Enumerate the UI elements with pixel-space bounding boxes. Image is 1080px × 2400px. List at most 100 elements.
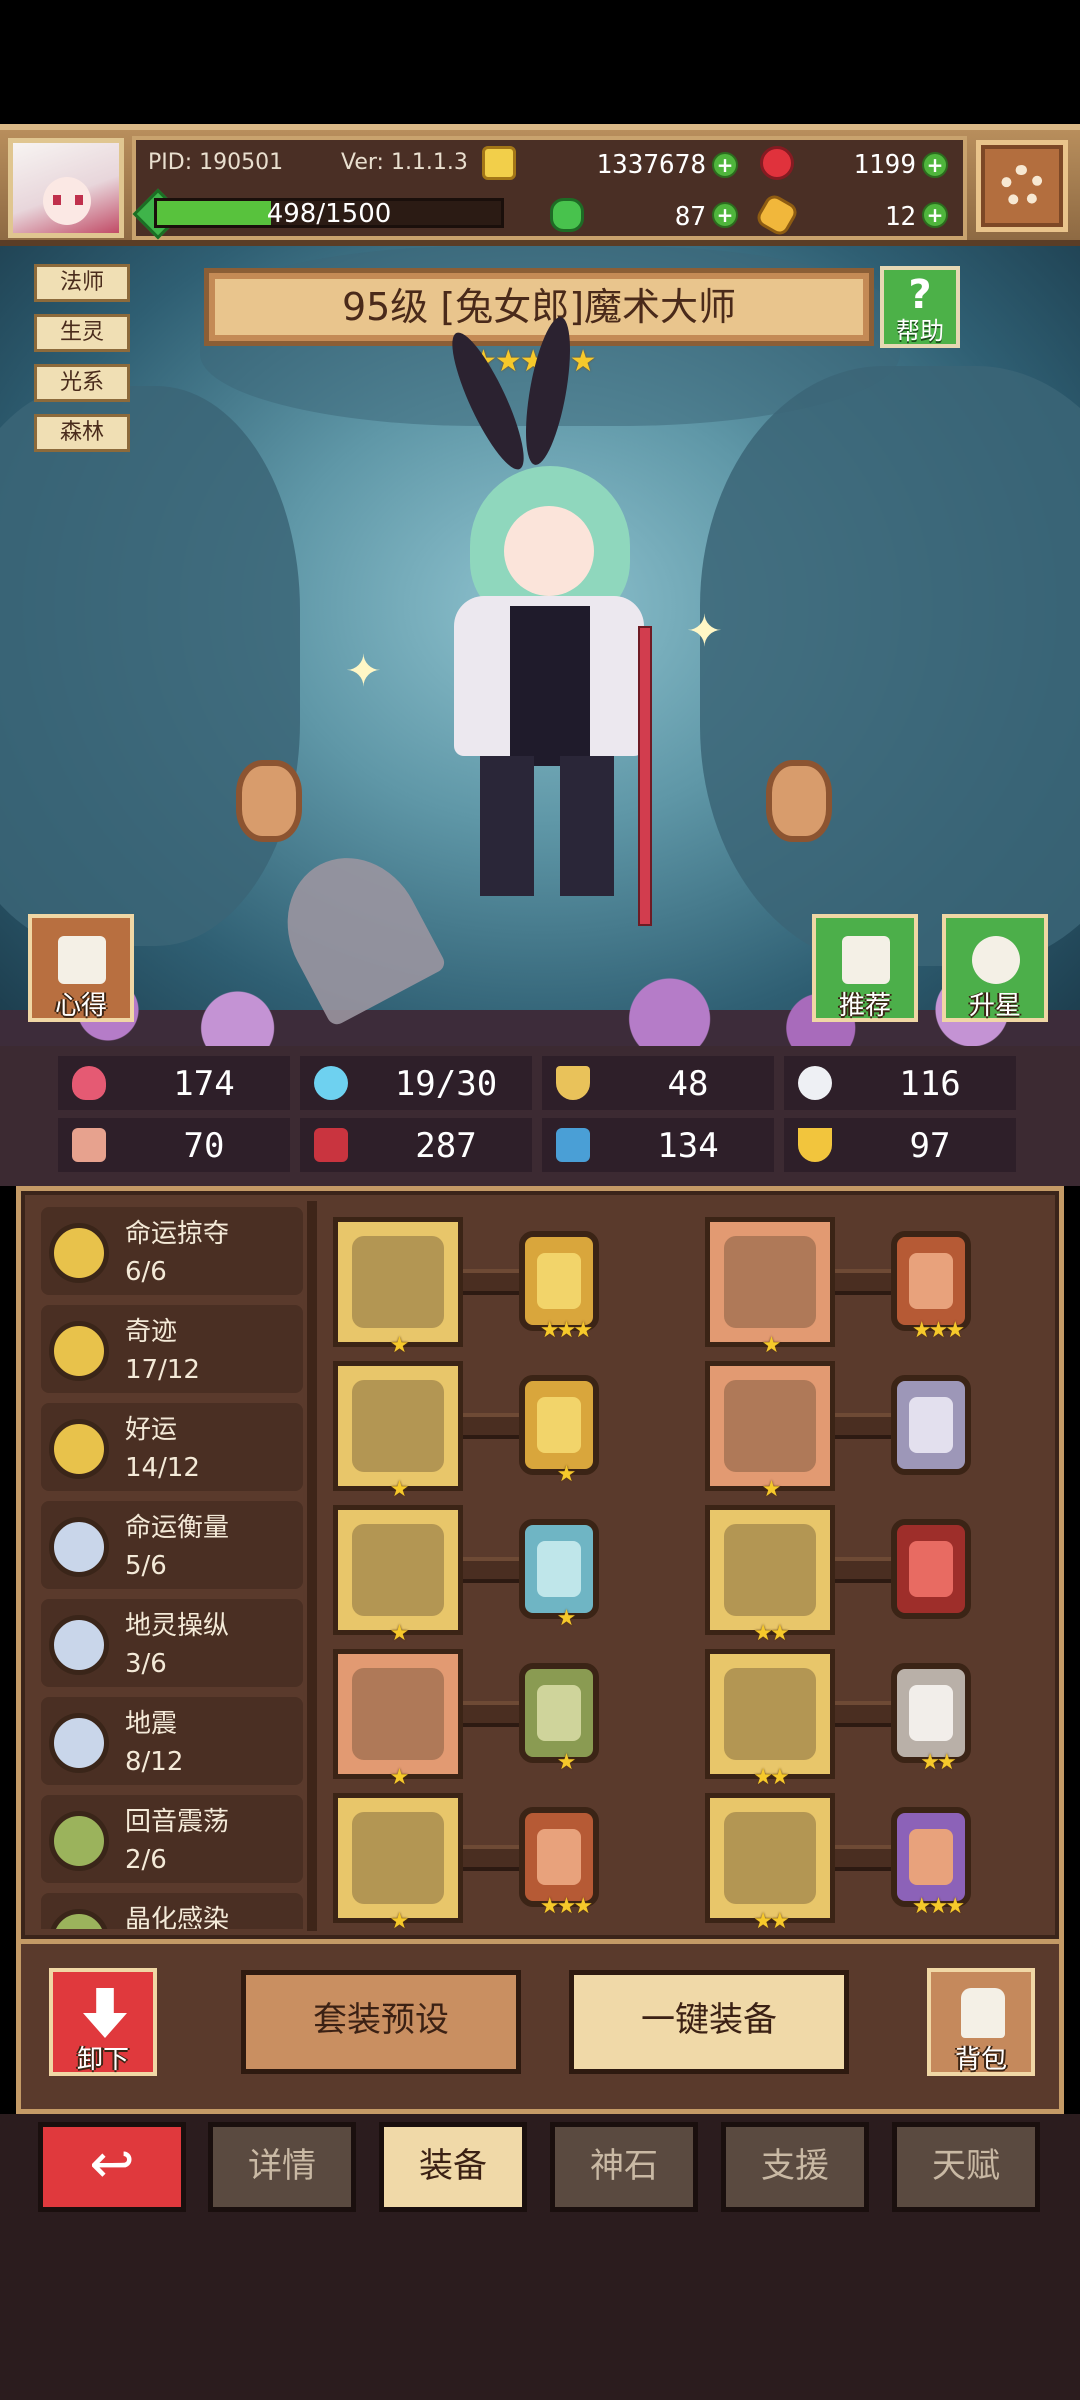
socket-gem[interactable]: ★	[519, 1519, 599, 1631]
character-leg	[560, 756, 614, 896]
help-button[interactable]: ? 帮助	[880, 266, 960, 348]
set-skill-item[interactable]: 命运掠夺 6/6	[41, 1207, 303, 1295]
bag-button[interactable]: 背包	[927, 1968, 1035, 2076]
item-stars: ★	[761, 1477, 782, 1502]
equip-slot-necklace[interactable]: ★	[333, 1505, 463, 1646]
game-version: Ver: 1.1.1.3	[341, 150, 468, 175]
skill-name: 回音震荡	[125, 1807, 230, 1837]
slot-connector	[463, 1413, 519, 1439]
tab-1[interactable]: 详情	[208, 2122, 356, 2212]
skill-name: 命运掠夺	[125, 1219, 230, 1249]
equip-slot-orb[interactable]: ★	[333, 1361, 463, 1502]
item-stars: ★	[389, 1909, 410, 1934]
notes-button[interactable]: 心得	[28, 914, 134, 1022]
upgrade-star-label: 升星	[968, 991, 1021, 1021]
skill-count: 6/6	[125, 1257, 167, 1287]
key-amount: 12	[884, 202, 916, 232]
stat-defense: 48	[542, 1056, 774, 1110]
socket-gem[interactable]: ★★★	[519, 1807, 599, 1919]
back-arrow-icon: ↩	[89, 2132, 135, 2195]
unequip-button[interactable]: 卸下	[49, 1968, 157, 2076]
right-seed-icon[interactable]	[766, 760, 832, 842]
gem-icon	[909, 1397, 953, 1453]
skill-badge-icon	[49, 1517, 109, 1577]
set-skill-item[interactable]: 命运衡量 5/6	[41, 1501, 303, 1589]
gem-stars: ★★★	[539, 1894, 593, 1919]
set-skill-item[interactable]: 地灵操纵 3/6	[41, 1599, 303, 1687]
avatar-face	[43, 177, 91, 225]
necklace-icon	[352, 1524, 444, 1616]
equip-slot-amulet[interactable]: ★	[333, 1649, 463, 1790]
equip-slot-boots[interactable]: ★★	[705, 1793, 835, 1934]
tab-4[interactable]: 支援	[721, 2122, 869, 2212]
bag-label: 背包	[954, 2045, 1007, 2075]
socket-gem[interactable]: ★★★	[891, 1807, 971, 1919]
socket-gem[interactable]	[891, 1375, 971, 1475]
skill-count: 3/6	[125, 1649, 167, 1679]
socket-gem[interactable]: ★	[519, 1375, 599, 1487]
set-skill-item[interactable]: 地震 8/12	[41, 1697, 303, 1785]
boots-icon	[724, 1812, 816, 1904]
item-stars: ★	[761, 1333, 782, 1358]
skill-badge-icon	[49, 1811, 109, 1871]
tab-5[interactable]: 天赋	[892, 2122, 1040, 2212]
set-skill-item[interactable]: 奇迹 17/12	[41, 1305, 303, 1393]
auto-equip-button[interactable]: 一键装备	[569, 1970, 849, 2074]
race-tag: 生灵	[34, 314, 130, 352]
skill-badge-icon	[49, 1713, 109, 1773]
add-ruby-button[interactable]: +	[922, 152, 948, 178]
panel-divider	[307, 1201, 317, 1931]
class-tag: 法师	[34, 264, 130, 302]
set-skill-item[interactable]: 回音震荡 2/6	[41, 1795, 303, 1883]
add-gold-button[interactable]: +	[712, 152, 738, 178]
bottom-tab-bar: ↩ 详情 装备 神石 支援 天赋	[0, 2114, 1080, 2400]
add-clover-button[interactable]: +	[712, 202, 738, 228]
shield-icon	[556, 1066, 590, 1100]
socket-gem[interactable]: ★	[519, 1663, 599, 1775]
slot-connector	[463, 1269, 519, 1295]
add-key-button[interactable]: +	[922, 202, 948, 228]
back-button[interactable]: ↩	[38, 2122, 186, 2212]
slot-connector	[835, 1701, 891, 1727]
equip-slot-armor[interactable]: ★	[705, 1361, 835, 1502]
equip-slot-ring[interactable]: ★	[333, 1793, 463, 1934]
slot-connector	[835, 1269, 891, 1295]
upgrade-star-button[interactable]: 升星	[942, 914, 1048, 1022]
set-skill-item[interactable]: 晶化感染	[41, 1893, 303, 1929]
recommend-button[interactable]: 推荐	[812, 914, 918, 1022]
skill-count: 14/12	[125, 1453, 200, 1483]
equip-slot-axe[interactable]: ★	[333, 1217, 463, 1358]
gold-amount: 1337678	[596, 150, 706, 180]
orb-icon	[352, 1380, 444, 1472]
gem-icon	[537, 1397, 581, 1453]
socket-gem[interactable]	[891, 1519, 971, 1619]
player-avatar[interactable]	[8, 138, 124, 238]
stat-speed: 116	[784, 1056, 1016, 1110]
gem-icon	[537, 1829, 581, 1885]
socket-gem[interactable]: ★★★	[891, 1231, 971, 1343]
skill-badge-icon	[49, 1615, 109, 1675]
tree-trunk	[0, 386, 300, 946]
gem-stars: ★★★	[539, 1318, 593, 1343]
item-stars: ★	[389, 1477, 410, 1502]
bunny-ear	[439, 325, 537, 477]
preset-button[interactable]: 套装预设	[241, 1970, 521, 2074]
tab-3[interactable]: 神石	[550, 2122, 698, 2212]
flower-ground	[0, 956, 1080, 1046]
notes-icon	[58, 936, 106, 984]
character-sprite[interactable]	[430, 314, 670, 926]
set-skill-item[interactable]: 好运 14/12	[41, 1403, 303, 1491]
stat-value: 70	[183, 1126, 225, 1166]
socket-gem[interactable]: ★★	[891, 1663, 971, 1775]
settings-button[interactable]	[976, 140, 1068, 232]
tab-2[interactable]: 装备	[379, 2122, 527, 2212]
equip-slot-bracer[interactable]: ★★	[705, 1505, 835, 1646]
set-skill-list[interactable]: 命运掠夺 6/6 奇迹 17/12 好运 14/12 命运衡量 5/6 地灵操纵 3/6 地震 8/1…	[41, 1207, 303, 1929]
equip-slot-hat[interactable]: ★	[705, 1217, 835, 1358]
ruby-icon	[760, 146, 794, 180]
stat-magic: 287	[300, 1118, 532, 1172]
equip-slot-belt[interactable]: ★★	[705, 1649, 835, 1790]
socket-gem[interactable]: ★★★	[519, 1231, 599, 1343]
left-seed-icon[interactable]	[236, 760, 302, 842]
gem-icon	[537, 1253, 581, 1309]
